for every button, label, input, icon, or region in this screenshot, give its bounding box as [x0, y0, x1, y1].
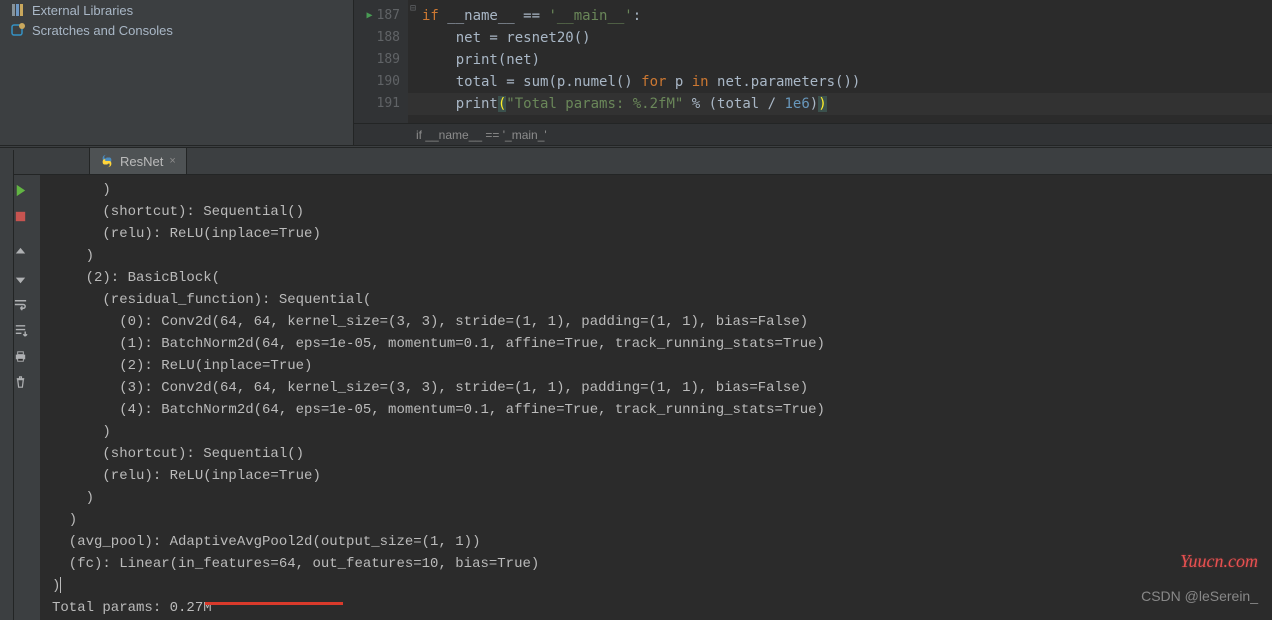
library-icon: [10, 2, 26, 18]
run-gutter-icon[interactable]: ▶: [366, 5, 372, 27]
scratches-node[interactable]: Scratches and Consoles: [0, 20, 353, 40]
breadcrumb[interactable]: if __name__ == '_main_': [354, 123, 1272, 145]
watermark-yuucn: Yuucn.com: [1180, 551, 1258, 572]
code-line-189[interactable]: print(net): [408, 49, 1272, 71]
watermark-csdn: CSDN @leSerein_: [1141, 588, 1258, 604]
run-tab-label: ResNet: [120, 154, 163, 169]
run-tool-window: un: ResNet × ): [0, 148, 1272, 620]
external-libraries-node[interactable]: External Libraries: [0, 0, 353, 20]
external-libraries-label: External Libraries: [32, 3, 133, 18]
code-line-188[interactable]: net = resnet20(): [408, 27, 1272, 49]
annotation-underline: [205, 602, 343, 605]
left-tool-stripe[interactable]: [0, 150, 14, 620]
code-line-190[interactable]: total = sum(p.numel() for p in net.param…: [408, 71, 1272, 93]
code-line-187[interactable]: if __name__ == '__main__':: [408, 5, 1272, 27]
run-header-spacer: [14, 148, 90, 174]
scratches-label: Scratches and Consoles: [32, 23, 173, 38]
run-tab-resnet[interactable]: ResNet ×: [90, 148, 187, 174]
code-editor[interactable]: ▶187 188 189 190 191 ⊟ ⊟ if __name__ == …: [354, 0, 1272, 145]
python-file-icon: [100, 154, 114, 168]
close-icon[interactable]: ×: [169, 155, 175, 167]
project-tree[interactable]: External Libraries Scratches and Console…: [0, 0, 354, 145]
console-output[interactable]: ) (shortcut): Sequential() (relu): ReLU(…: [40, 175, 1272, 620]
scratches-icon: [10, 22, 26, 38]
code-line-191[interactable]: print("Total params: %.2fM" % (total / 1…: [408, 93, 1272, 115]
